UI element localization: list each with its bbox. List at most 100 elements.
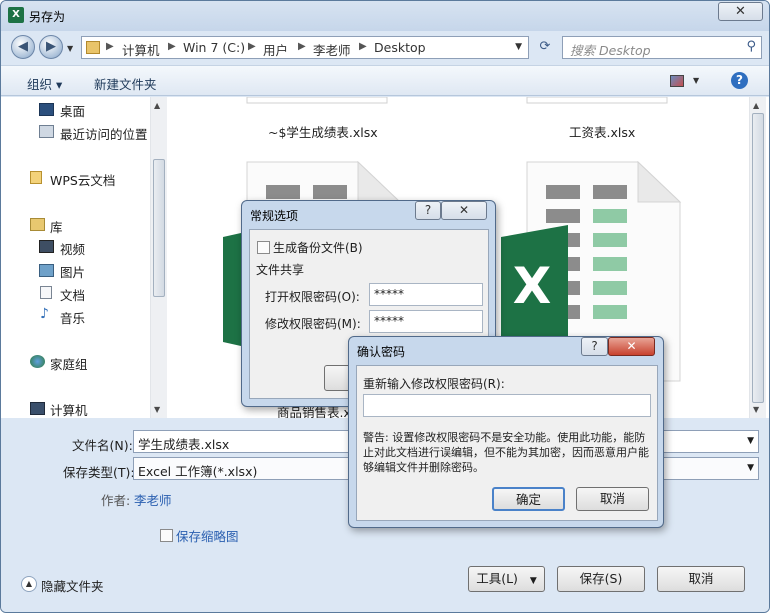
help-icon[interactable]: ? [415,201,441,220]
scroll-down-icon[interactable]: ▼ [753,405,759,414]
back-button[interactable]: ◀ [11,35,35,59]
file-thumbnail-top [246,97,388,104]
file-item-name[interactable]: ~$学生成绩表.xlsx [268,122,378,141]
scroll-thumb[interactable] [752,113,764,403]
history-dropdown-icon[interactable]: ▼ [67,44,73,53]
file-page-fold [357,160,402,203]
excel-x-glyph: X [513,257,552,315]
ok-button[interactable]: 确定 [492,487,565,511]
sheet-cell [593,305,627,319]
sheet-cell [593,257,627,271]
backup-checkbox[interactable] [257,241,270,254]
scroll-down-icon[interactable]: ▼ [154,405,160,414]
cancel-button[interactable]: 取消 [576,487,649,511]
breadcrumb-computer[interactable]: 计算机 [122,40,160,59]
file-item-name[interactable]: 工资表.xlsx [569,122,635,141]
sidebar-item-wps-cloud[interactable]: WPS云文档 [50,170,115,189]
sheet-cell [593,281,627,295]
view-dropdown-icon[interactable]: ▼ [693,76,699,85]
sidebar-item-desktop[interactable]: 桌面 [60,101,85,120]
sidebar-item-pictures[interactable]: 图片 [60,262,85,281]
help-icon[interactable]: ? [731,72,748,89]
reenter-password-field[interactable] [363,394,651,417]
search-input[interactable]: 搜索 Desktop ⚲ [562,36,762,59]
sidebar-item-video[interactable]: 视频 [60,239,85,258]
folder-icon [86,41,100,54]
chevron-right-icon[interactable]: ▶ [298,41,306,52]
search-icon[interactable]: ⚲ [746,39,756,54]
window-close-button[interactable]: ✕ [718,2,763,21]
scroll-up-icon[interactable]: ▲ [753,101,759,110]
save-as-window: X 另存为 ✕ ◀ ▶ ▼ ▶ 计算机 ▶ Win 7 (C:) ▶ 用户 ▶ … [0,0,770,613]
tools-button[interactable]: 工具(L) ▼ [468,566,545,592]
chevron-down-icon[interactable]: ▼ [747,463,754,473]
thumbnail-checkbox[interactable] [160,529,173,542]
cancel-button[interactable]: 取消 [657,566,745,592]
navigation-pane: 桌面 最近访问的位置 WPS云文档 库 视频 图片 文档 ♪ 音乐 家庭组 计算… [1,97,167,418]
new-folder-button[interactable]: 新建文件夹 [94,74,157,93]
chevron-right-icon[interactable]: ▶ [106,41,114,52]
sidebar-item-documents[interactable]: 文档 [60,285,85,304]
file-list-scrollbar[interactable]: ▲ ▼ [749,97,766,418]
scroll-up-icon[interactable]: ▲ [154,101,160,110]
sidebar-item-music[interactable]: 音乐 [60,308,85,327]
filetype-value: Excel 工作簿(*.xlsx) [138,464,258,479]
address-bar[interactable]: ▶ 计算机 ▶ Win 7 (C:) ▶ 用户 ▶ 李老师 ▶ Desktop … [81,36,529,59]
backup-label: 生成备份文件(B) [273,241,363,255]
sheet-cell [546,185,580,199]
breadcrumb-user[interactable]: 李老师 [313,40,351,59]
recent-places-icon [39,125,54,138]
scroll-thumb[interactable] [153,159,165,297]
close-icon[interactable]: ✕ [608,337,655,356]
sidebar-item-recent[interactable]: 最近访问的位置 [60,124,148,143]
open-password-field[interactable]: ***** [369,283,483,306]
dialog-title: 常规选项 [250,209,299,223]
sidebar-item-computer[interactable]: 计算机 [50,400,88,419]
file-thumbnail-top [526,97,668,104]
video-icon [39,240,54,253]
author-label: 作者: [101,493,131,508]
library-icon [30,218,45,231]
sidebar-item-library[interactable]: 库 [50,217,63,236]
music-icon: ♪ [40,306,49,322]
chevron-right-icon[interactable]: ▶ [359,41,367,52]
modify-password-field[interactable]: ***** [369,310,483,333]
author-value[interactable]: 李老师 [134,490,172,509]
organize-menu[interactable]: 组织 ▾ [27,74,62,93]
save-button[interactable]: 保存(S) [557,566,645,592]
sheet-cell [593,209,627,223]
chevron-right-icon[interactable]: ▶ [248,41,256,52]
security-warning: 警告: 设置修改权限密码不是安全功能。使用此功能，能防止对此文档进行误编辑，但不… [363,431,649,474]
close-icon[interactable]: ✕ [441,201,487,220]
refresh-icon[interactable]: ⟳ [534,36,556,59]
filename-value: 学生成绩表.xlsx [138,437,230,452]
chevron-right-icon[interactable]: ▶ [168,41,176,52]
file-page-fold [637,160,682,203]
command-toolbar: 组织 ▾ 新建文件夹 ▼ ? [1,65,769,96]
desktop-icon [39,103,54,116]
sheet-cell [266,185,300,199]
navigation-row: ◀ ▶ ▼ ▶ 计算机 ▶ Win 7 (C:) ▶ 用户 ▶ 李老师 ▶ De… [1,31,769,63]
chevron-down-icon[interactable]: ▼ [747,436,754,446]
tools-label: 工具(L) [476,571,518,586]
computer-icon [30,402,45,415]
help-icon[interactable]: ? [581,337,608,356]
folder-icon [30,171,42,184]
search-placeholder: 搜索 Desktop [570,43,651,58]
sheet-cell [546,209,580,223]
sheet-cell [593,233,627,247]
breadcrumb-desktop[interactable]: Desktop [374,40,426,55]
address-dropdown-icon[interactable]: ▼ [515,42,522,52]
breadcrumb-drive[interactable]: Win 7 (C:) [183,40,245,55]
picture-icon [39,264,54,277]
view-options-icon[interactable] [670,75,684,87]
hide-folders-button[interactable]: 隐藏文件夹 [41,576,104,595]
chevron-up-icon[interactable]: ▲ [21,576,37,592]
sidebar-item-homegroup[interactable]: 家庭组 [50,354,88,373]
navigation-scrollbar[interactable]: ▲ ▼ [150,97,167,418]
breadcrumb-users[interactable]: 用户 [263,40,288,59]
document-icon [40,286,52,299]
forward-button[interactable]: ▶ [39,35,63,59]
sheet-cell [593,185,627,199]
homegroup-icon [30,355,45,368]
